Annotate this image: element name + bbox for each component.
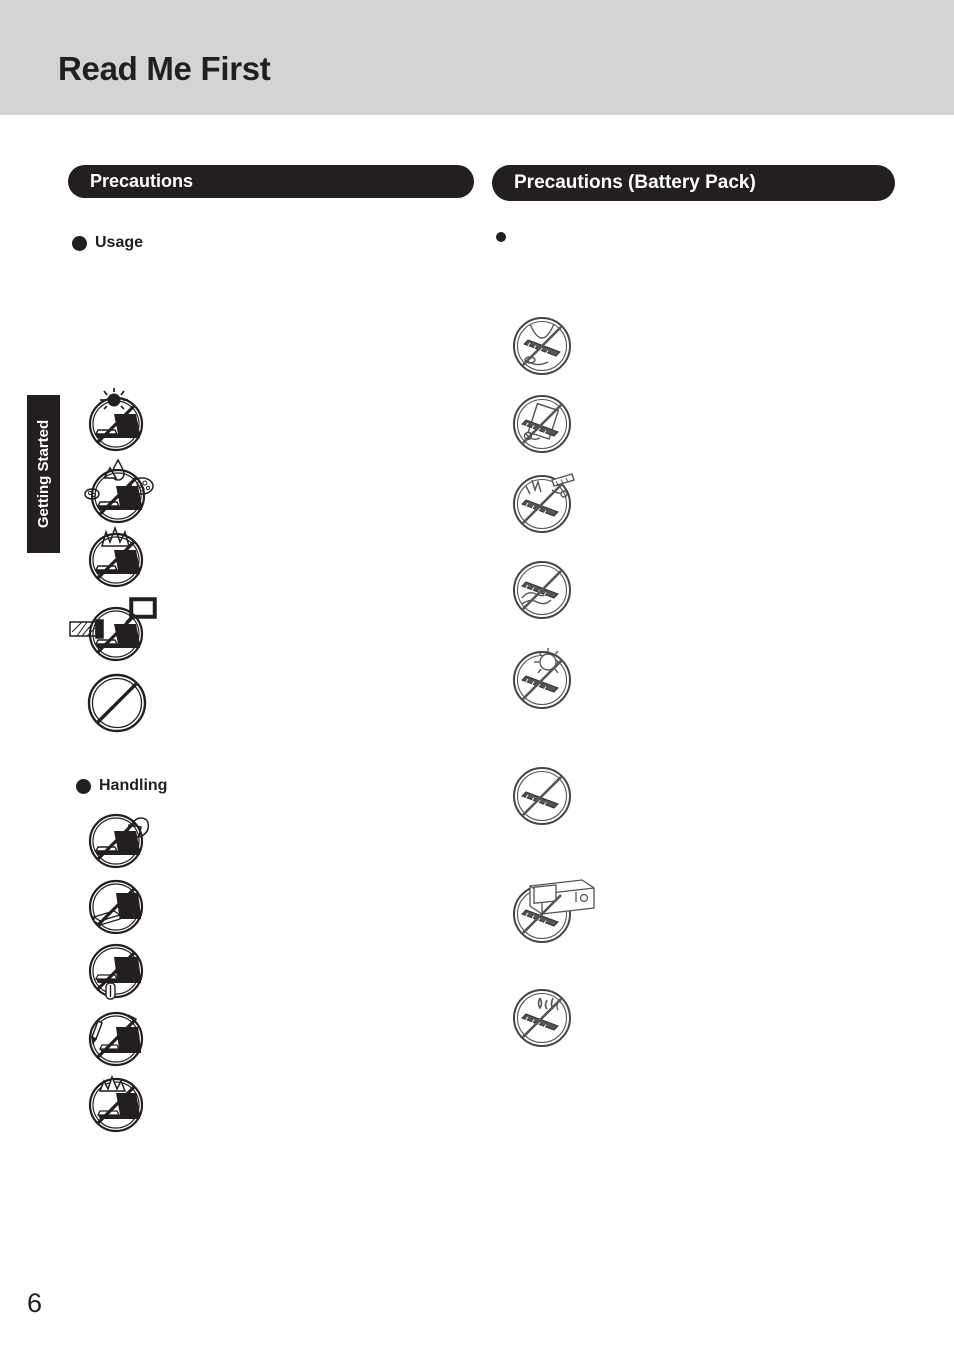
- precautions-heading-label: Precautions: [90, 171, 194, 191]
- do-not-insert-objects-into-laptop-icon: [84, 937, 154, 1009]
- bullet-dot-icon: [76, 778, 91, 794]
- handling-subheading-label: Handling: [99, 777, 168, 794]
- section-tab-label: Getting Started: [35, 419, 52, 529]
- battery-icon-list: [492, 242, 895, 1047]
- page-title: Read Me First: [58, 50, 271, 87]
- left-column: Precautions Usage Handling: [68, 165, 474, 1133]
- do-not-expose-battery-to-sunlight-icon: [508, 642, 576, 714]
- no-electronic-interference-near-laptop-icon: [68, 592, 164, 664]
- usage-subheading-label: Usage: [95, 234, 144, 251]
- bullet-dot-icon: [72, 235, 87, 251]
- do-not-place-battery-near-fire-icon: [508, 984, 576, 1052]
- do-not-disassemble-battery-icon: [508, 390, 576, 458]
- general-prohibition-icon: [84, 670, 150, 736]
- no-high-temperature-near-laptop-icon: [84, 524, 154, 590]
- bullet-dot-icon: [496, 232, 506, 242]
- no-liquids-or-humidity-on-laptop-icon: [84, 456, 160, 524]
- do-not-microwave-battery-icon: [508, 874, 600, 946]
- do-not-carry-laptop-by-display-icon: [84, 805, 164, 871]
- do-not-place-heavy-objects-on-laptop-icon: [84, 871, 154, 937]
- handling-icon-list: [68, 805, 474, 1135]
- precautions-battery-pack-heading-label: Precautions (Battery Pack): [514, 172, 756, 193]
- usage-subheading: Usage: [72, 234, 474, 252]
- no-direct-sunlight-on-laptop-icon: [84, 388, 154, 454]
- section-tab-getting-started: Getting Started: [27, 395, 60, 553]
- battery-subheading: [496, 232, 895, 242]
- page-number: 6: [27, 1288, 43, 1318]
- usage-icon-list: [68, 252, 474, 772]
- do-not-charge-battery-improperly-icon: [508, 762, 576, 830]
- do-not-immerse-battery-in-water-icon: [508, 556, 576, 624]
- do-not-puncture-battery-icon: [508, 468, 588, 536]
- handling-subheading: Handling: [76, 777, 167, 795]
- precautions-battery-pack-heading: Precautions (Battery Pack): [492, 165, 895, 201]
- right-column: Precautions (Battery Pack): [492, 165, 895, 1047]
- precautions-heading: Precautions: [68, 165, 474, 198]
- do-not-touch-screen-with-sharp-objects-icon: [84, 1003, 154, 1069]
- do-not-short-circuit-battery-icon: [508, 312, 576, 380]
- do-not-drop-or-impact-laptop-icon: [84, 1069, 154, 1135]
